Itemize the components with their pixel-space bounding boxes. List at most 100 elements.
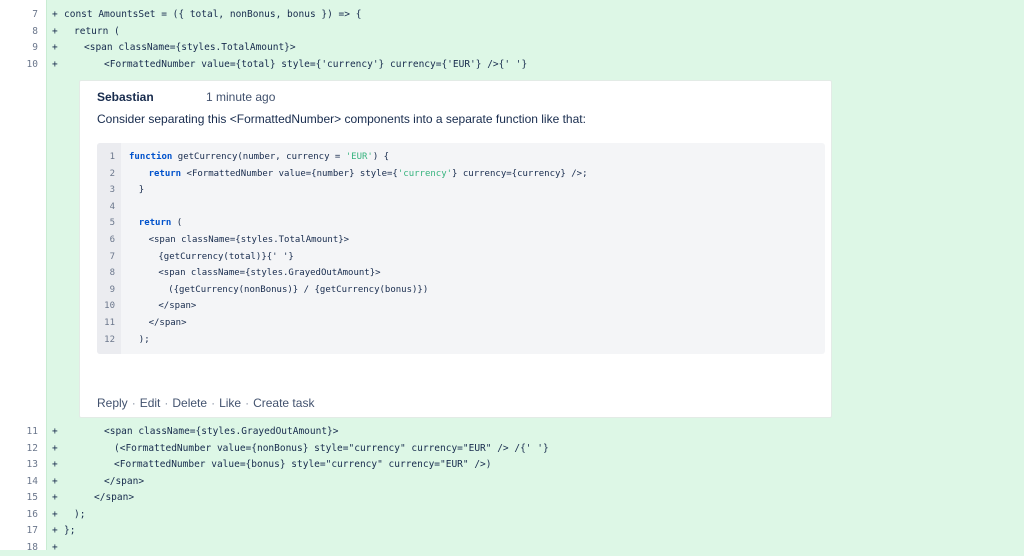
- snippet-line-number: 12: [104, 334, 115, 345]
- like-link[interactable]: Like: [219, 396, 241, 410]
- snippet-line-number: 1: [109, 152, 115, 162]
- comment-author[interactable]: Sebastian: [97, 90, 154, 104]
- snippet-line: 9 ({getCurrency(nonBonus)} / {getCurrency…: [97, 282, 825, 299]
- added-marker: +: [52, 475, 58, 487]
- separator-dot: ·: [131, 396, 136, 410]
- diff-line: 13 + <FormattedNumber value={bonus} style=…: [0, 457, 1024, 473]
- diff-line: 18 +: [0, 540, 1024, 556]
- keyword-token: return: [148, 168, 182, 179]
- snippet-line-number: 6: [109, 235, 115, 245]
- added-marker: +: [52, 541, 58, 553]
- code-text: <span className={styles.TotalAmount}>: [84, 42, 296, 54]
- snippet-code: </span>: [158, 298, 196, 315]
- diff-line: 10 + <FormattedNumber value={total} style=…: [0, 57, 1024, 73]
- snippet-line-number: 3: [109, 185, 115, 196]
- snippet-line: 2 return <FormattedNumber value={number} …: [97, 166, 825, 183]
- code-text: const AmountsSet = ({ total, nonBonus, b…: [64, 9, 362, 20]
- snippet-line: 12);: [97, 332, 825, 349]
- added-marker: +: [52, 442, 58, 454]
- line-number[interactable]: 8: [0, 24, 38, 40]
- line-number[interactable]: 15: [0, 490, 38, 506]
- line-number[interactable]: 9: [0, 40, 38, 56]
- separator-dot: ·: [211, 396, 216, 410]
- code-text: </span>: [104, 475, 145, 487]
- diff-line: 11 + <span className={styles.GrayedOutAmou…: [0, 424, 1024, 440]
- code-token: (: [171, 218, 183, 229]
- snippet-line-number: 7: [109, 251, 115, 262]
- comment-actions: Reply · Edit · Delete · Like · Create task: [97, 396, 314, 410]
- snippet-line: 6 <span className={styles.TotalAmount}>: [97, 232, 825, 249]
- snippet-line: 10 </span>: [97, 298, 825, 315]
- code-token: {getCurrency(total)}{' '}: [158, 251, 294, 262]
- snippet-line: 1 function getCurrency(number, currency =…: [97, 149, 825, 166]
- code-text: <span className={styles.GrayedOutAmount}…: [104, 426, 339, 437]
- snippet-line-number: 2: [109, 168, 115, 179]
- snippet-code: return (: [139, 215, 182, 232]
- reply-link[interactable]: Reply: [97, 396, 128, 410]
- added-marker: +: [52, 492, 58, 504]
- line-number[interactable]: 7: [0, 7, 38, 23]
- code-token: <span className={styles.GrayedOutAmount}…: [158, 268, 381, 279]
- code-text: </span>: [94, 492, 135, 504]
- string-token: 'EUR': [345, 152, 373, 162]
- added-marker: +: [52, 9, 58, 20]
- comment-timestamp[interactable]: 1 minute ago: [206, 90, 275, 104]
- snippet-code: );: [139, 332, 150, 349]
- added-marker: +: [52, 58, 58, 70]
- line-number[interactable]: 10: [0, 57, 38, 73]
- code-token: <FormattedNumber value={number} style={: [181, 168, 398, 179]
- diff-line: 8 + return (: [0, 24, 1024, 40]
- separator-dot: ·: [164, 396, 169, 410]
- diff-line: 17 +};: [0, 523, 1024, 539]
- added-marker: +: [52, 426, 58, 437]
- code-token: </span>: [158, 301, 197, 312]
- snippet-code: ({getCurrency(nonBonus)} / {getCurrency(…: [168, 282, 428, 299]
- delete-link[interactable]: Delete: [172, 396, 207, 410]
- added-marker: +: [52, 459, 58, 471]
- snippet-line-number: 4: [109, 201, 115, 212]
- inline-comment: Sebastian 1 minute ago Consider separati…: [79, 80, 832, 418]
- create-task-link[interactable]: Create task: [253, 396, 314, 410]
- code-text: <FormattedNumber value={total} style={'c…: [104, 58, 528, 70]
- snippet-code: }: [139, 182, 144, 199]
- code-token: <span className={styles.TotalAmount}>: [148, 235, 350, 245]
- code-text: <FormattedNumber value={bonus} style="cu…: [114, 459, 492, 471]
- code-token: } currency={currency} />;: [452, 168, 588, 179]
- line-number[interactable]: 13: [0, 457, 38, 473]
- diff-line: 14 + </span>: [0, 474, 1024, 490]
- snippet-code: {getCurrency(total)}{' '}: [158, 249, 293, 266]
- snippet-line: 4: [97, 199, 825, 216]
- code-text: };: [64, 525, 76, 537]
- code-text: );: [74, 508, 86, 520]
- snippet-code: <span className={styles.TotalAmount}>: [149, 232, 349, 249]
- snippet-line: 11 </span>: [97, 315, 825, 332]
- code-token: ) {: [372, 152, 390, 162]
- diff-line: 12 + (<FormattedNumber value={nonBonus} st…: [0, 441, 1024, 457]
- code-token: );: [138, 334, 150, 345]
- edit-link[interactable]: Edit: [140, 396, 161, 410]
- keyword-token: return: [138, 218, 172, 229]
- line-number[interactable]: 11: [0, 424, 38, 440]
- line-number[interactable]: 16: [0, 507, 38, 523]
- added-marker: +: [52, 525, 58, 537]
- code-token: }: [138, 185, 145, 196]
- line-number[interactable]: 14: [0, 474, 38, 490]
- snippet-line: 5 return (: [97, 215, 825, 232]
- snippet-line: 3}: [97, 182, 825, 199]
- code-snippet: 1 function getCurrency(number, currency =…: [97, 143, 825, 354]
- snippet-line-number: 5: [109, 218, 115, 229]
- line-number[interactable]: 17: [0, 523, 38, 539]
- code-token: getCurrency(number, currency =: [172, 152, 346, 162]
- code-token: ({getCurrency(nonBonus)} / {getCurrency(…: [168, 284, 429, 295]
- diff-line: 16 +);: [0, 507, 1024, 523]
- code-text: return (: [74, 25, 120, 37]
- snippet-line-number: 11: [104, 318, 115, 328]
- added-marker: +: [52, 508, 58, 520]
- snippet-code: <span className={styles.GrayedOutAmount}…: [158, 265, 380, 282]
- snippet-code: function getCurrency(number, currency = …: [129, 149, 389, 166]
- line-number[interactable]: 12: [0, 441, 38, 457]
- comment-message: Consider separating this <FormattedNumbe…: [97, 112, 586, 126]
- separator-dot: ·: [245, 396, 250, 410]
- line-number[interactable]: 18: [0, 540, 38, 556]
- keyword-token: function: [129, 152, 173, 162]
